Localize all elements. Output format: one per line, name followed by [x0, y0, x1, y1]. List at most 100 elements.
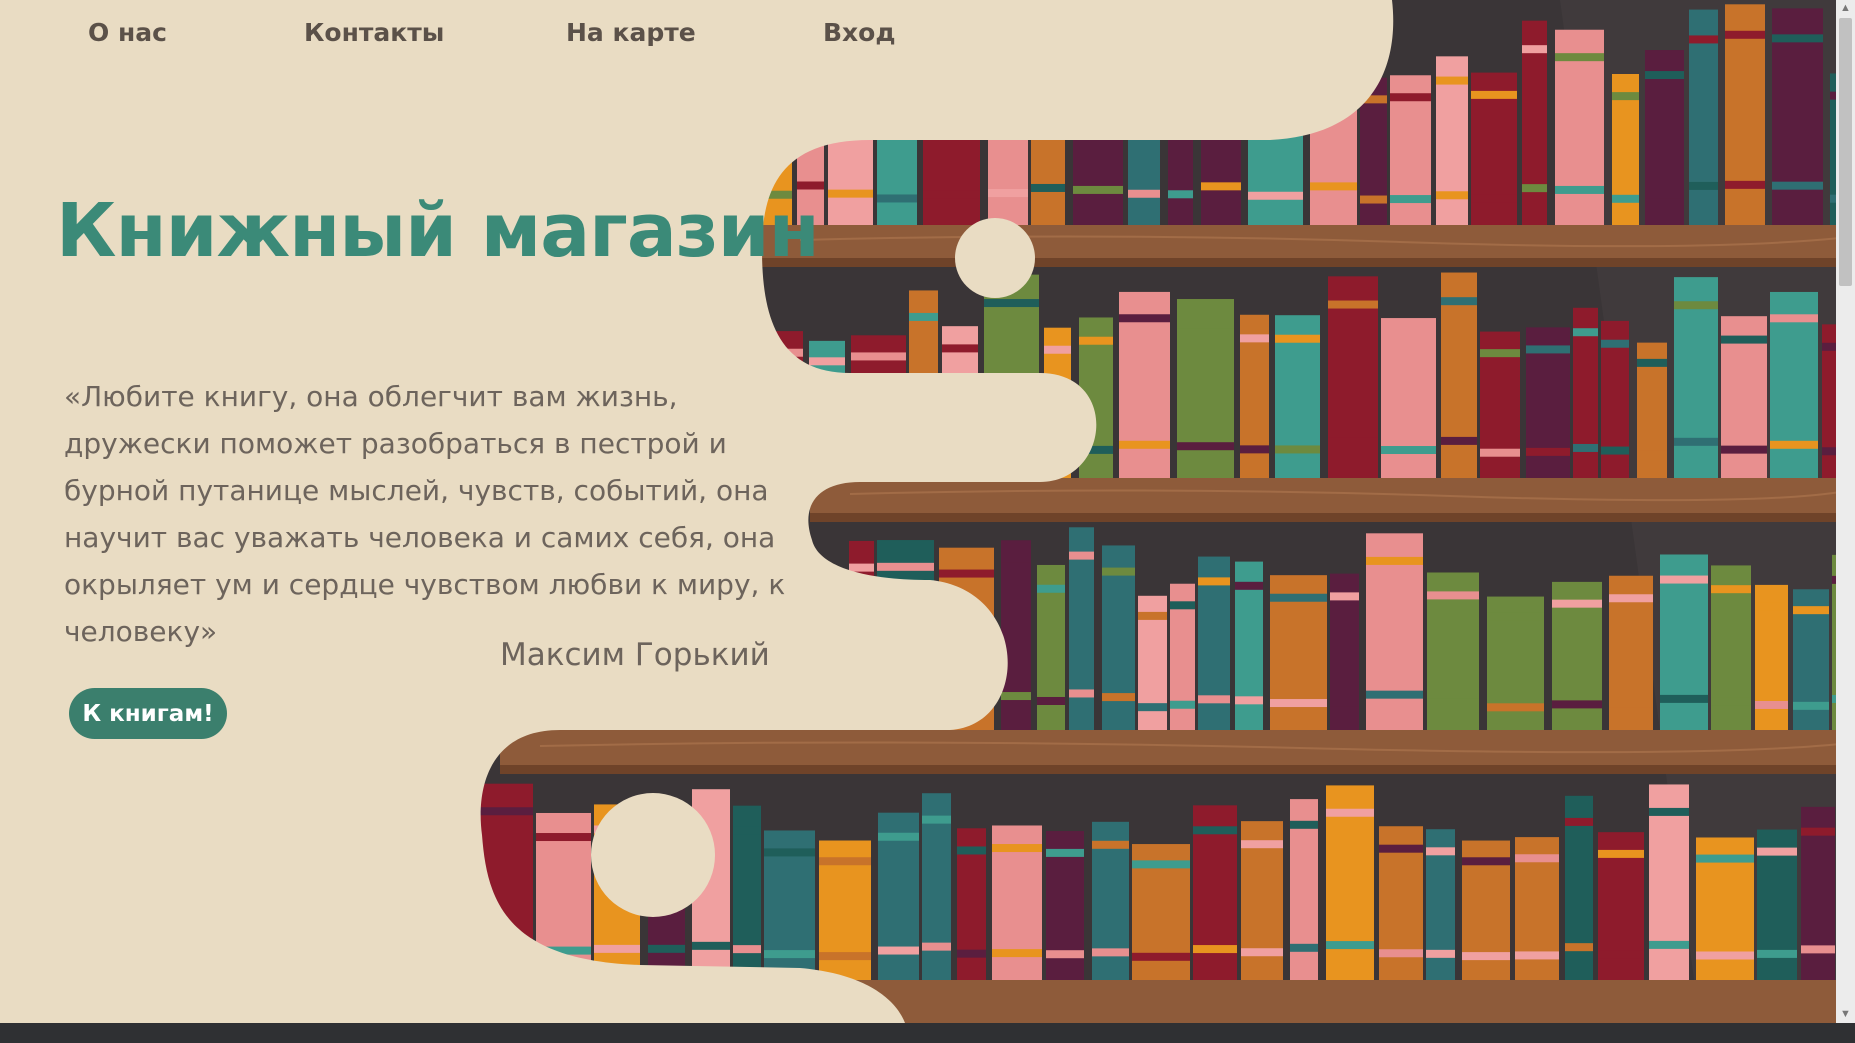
book-stripe: [992, 949, 1042, 958]
book-stripe: [1102, 693, 1135, 702]
book-stripe: [1198, 695, 1230, 704]
book-stripe: [1079, 336, 1113, 345]
book-stripe: [1119, 314, 1170, 323]
book-stripe: [1366, 556, 1423, 565]
book-stripe: [1092, 840, 1129, 849]
book-stripe: [1170, 700, 1195, 709]
book-stripe: [1132, 860, 1190, 869]
book-stripe: [1436, 76, 1468, 85]
book-stripe: [1290, 943, 1318, 952]
book-stripe: [957, 846, 986, 855]
book-stripe: [1426, 949, 1455, 958]
book-stripe: [1366, 690, 1423, 699]
book-stripe: [1381, 446, 1436, 455]
book-stripe: [1480, 448, 1520, 457]
book-stripe: [1555, 185, 1604, 194]
book-stripe: [1696, 854, 1754, 863]
book-stripe: [764, 848, 815, 857]
book-stripe: [1046, 950, 1084, 959]
book-stripe: [536, 833, 591, 842]
book-stripe: [878, 946, 919, 955]
book-stripe: [1770, 314, 1818, 323]
book-stripe: [1241, 840, 1283, 849]
book-stripe: [1555, 53, 1604, 62]
book-stripe: [1235, 696, 1263, 705]
book-stripe: [1522, 45, 1547, 54]
book-stripe: [819, 952, 871, 961]
book-stripe: [733, 945, 761, 954]
book-stripe: [1462, 857, 1510, 866]
bottom-bar: [0, 1023, 1855, 1043]
book-stripe: [1755, 700, 1788, 709]
book-stripe: [1772, 34, 1823, 43]
book-stripe: [1240, 334, 1269, 343]
book-stripe: [849, 563, 874, 572]
book-stripe: [1310, 182, 1357, 191]
book-stripe: [922, 942, 951, 951]
book-stripe: [1757, 847, 1797, 856]
book-stripe: [1674, 301, 1718, 310]
book-stripe: [1725, 180, 1765, 189]
scroll-down-arrow-icon[interactable]: ▼: [1836, 1006, 1855, 1023]
book-stripe: [1755, 602, 1788, 611]
book-stripe: [1198, 577, 1230, 586]
book-stripe: [1037, 584, 1065, 593]
book-stripe: [1379, 949, 1423, 958]
book-stripe: [1119, 440, 1170, 449]
book-stripe: [1073, 185, 1123, 194]
nav-link-contacts[interactable]: Контакты: [304, 18, 444, 47]
book-stripe: [1037, 696, 1065, 705]
gorky-quote: «Любите книгу, она облегчит вам жизнь, д…: [64, 380, 786, 648]
book-stripe: [1177, 320, 1234, 329]
nav-link-login[interactable]: Вход: [823, 18, 896, 47]
book-stripe: [764, 950, 815, 959]
book-stripe: [1471, 90, 1517, 99]
book-stripe: [923, 190, 980, 199]
book-stripe: [1270, 593, 1327, 602]
book-stripe: [1487, 703, 1544, 712]
book-stripe: [1290, 820, 1318, 829]
book-stripe: [1328, 300, 1378, 309]
book-stripe: [1170, 601, 1195, 610]
book-stripe: [1609, 594, 1653, 603]
book-stripe: [733, 826, 761, 835]
book-stripe: [828, 189, 873, 198]
to-books-button[interactable]: К книгам!: [69, 688, 227, 739]
book-stripe: [1565, 817, 1593, 826]
book-stripe: [1235, 581, 1263, 590]
book-stripe: [480, 807, 533, 816]
book-stripe: [1102, 567, 1135, 576]
nav-link-about[interactable]: О нас: [88, 18, 167, 47]
book-stripe: [1138, 611, 1167, 620]
book-stripe: [1573, 443, 1598, 452]
book-stripe: [1390, 93, 1431, 102]
book-stripe: [877, 194, 917, 203]
book-stripe: [1441, 436, 1477, 445]
book-stripe: [1436, 191, 1468, 200]
book-stripe: [1275, 445, 1320, 454]
book-stripe: [1526, 447, 1570, 456]
book-stripe: [648, 944, 685, 953]
book-stripe: [692, 941, 730, 950]
nav-link-map[interactable]: На карте: [566, 18, 696, 47]
book-stripe: [1689, 181, 1718, 190]
book-stripe: [1427, 591, 1479, 600]
book-stripe: [1725, 30, 1765, 39]
book-stripe: [1193, 826, 1237, 835]
scroll-up-arrow-icon[interactable]: ▲: [1836, 0, 1855, 17]
book-stripe: [1674, 437, 1718, 446]
book-stripe: [1326, 941, 1374, 950]
book-stripe: [1044, 345, 1071, 354]
book-stripe: [988, 189, 1028, 198]
book-stripe: [1427, 698, 1479, 707]
scrollbar-thumb[interactable]: [1839, 18, 1852, 286]
book-stripe: [851, 352, 906, 361]
book-stripe: [877, 562, 934, 571]
quote-author: Максим Горький: [500, 637, 770, 673]
book-stripe: [1793, 701, 1829, 710]
book-stripe: [1069, 551, 1094, 560]
book-stripe: [1801, 827, 1835, 836]
book-stripe: [1526, 345, 1570, 354]
book-stripe: [1645, 190, 1684, 199]
vertical-scrollbar[interactable]: ▲ ▼: [1836, 0, 1855, 1023]
